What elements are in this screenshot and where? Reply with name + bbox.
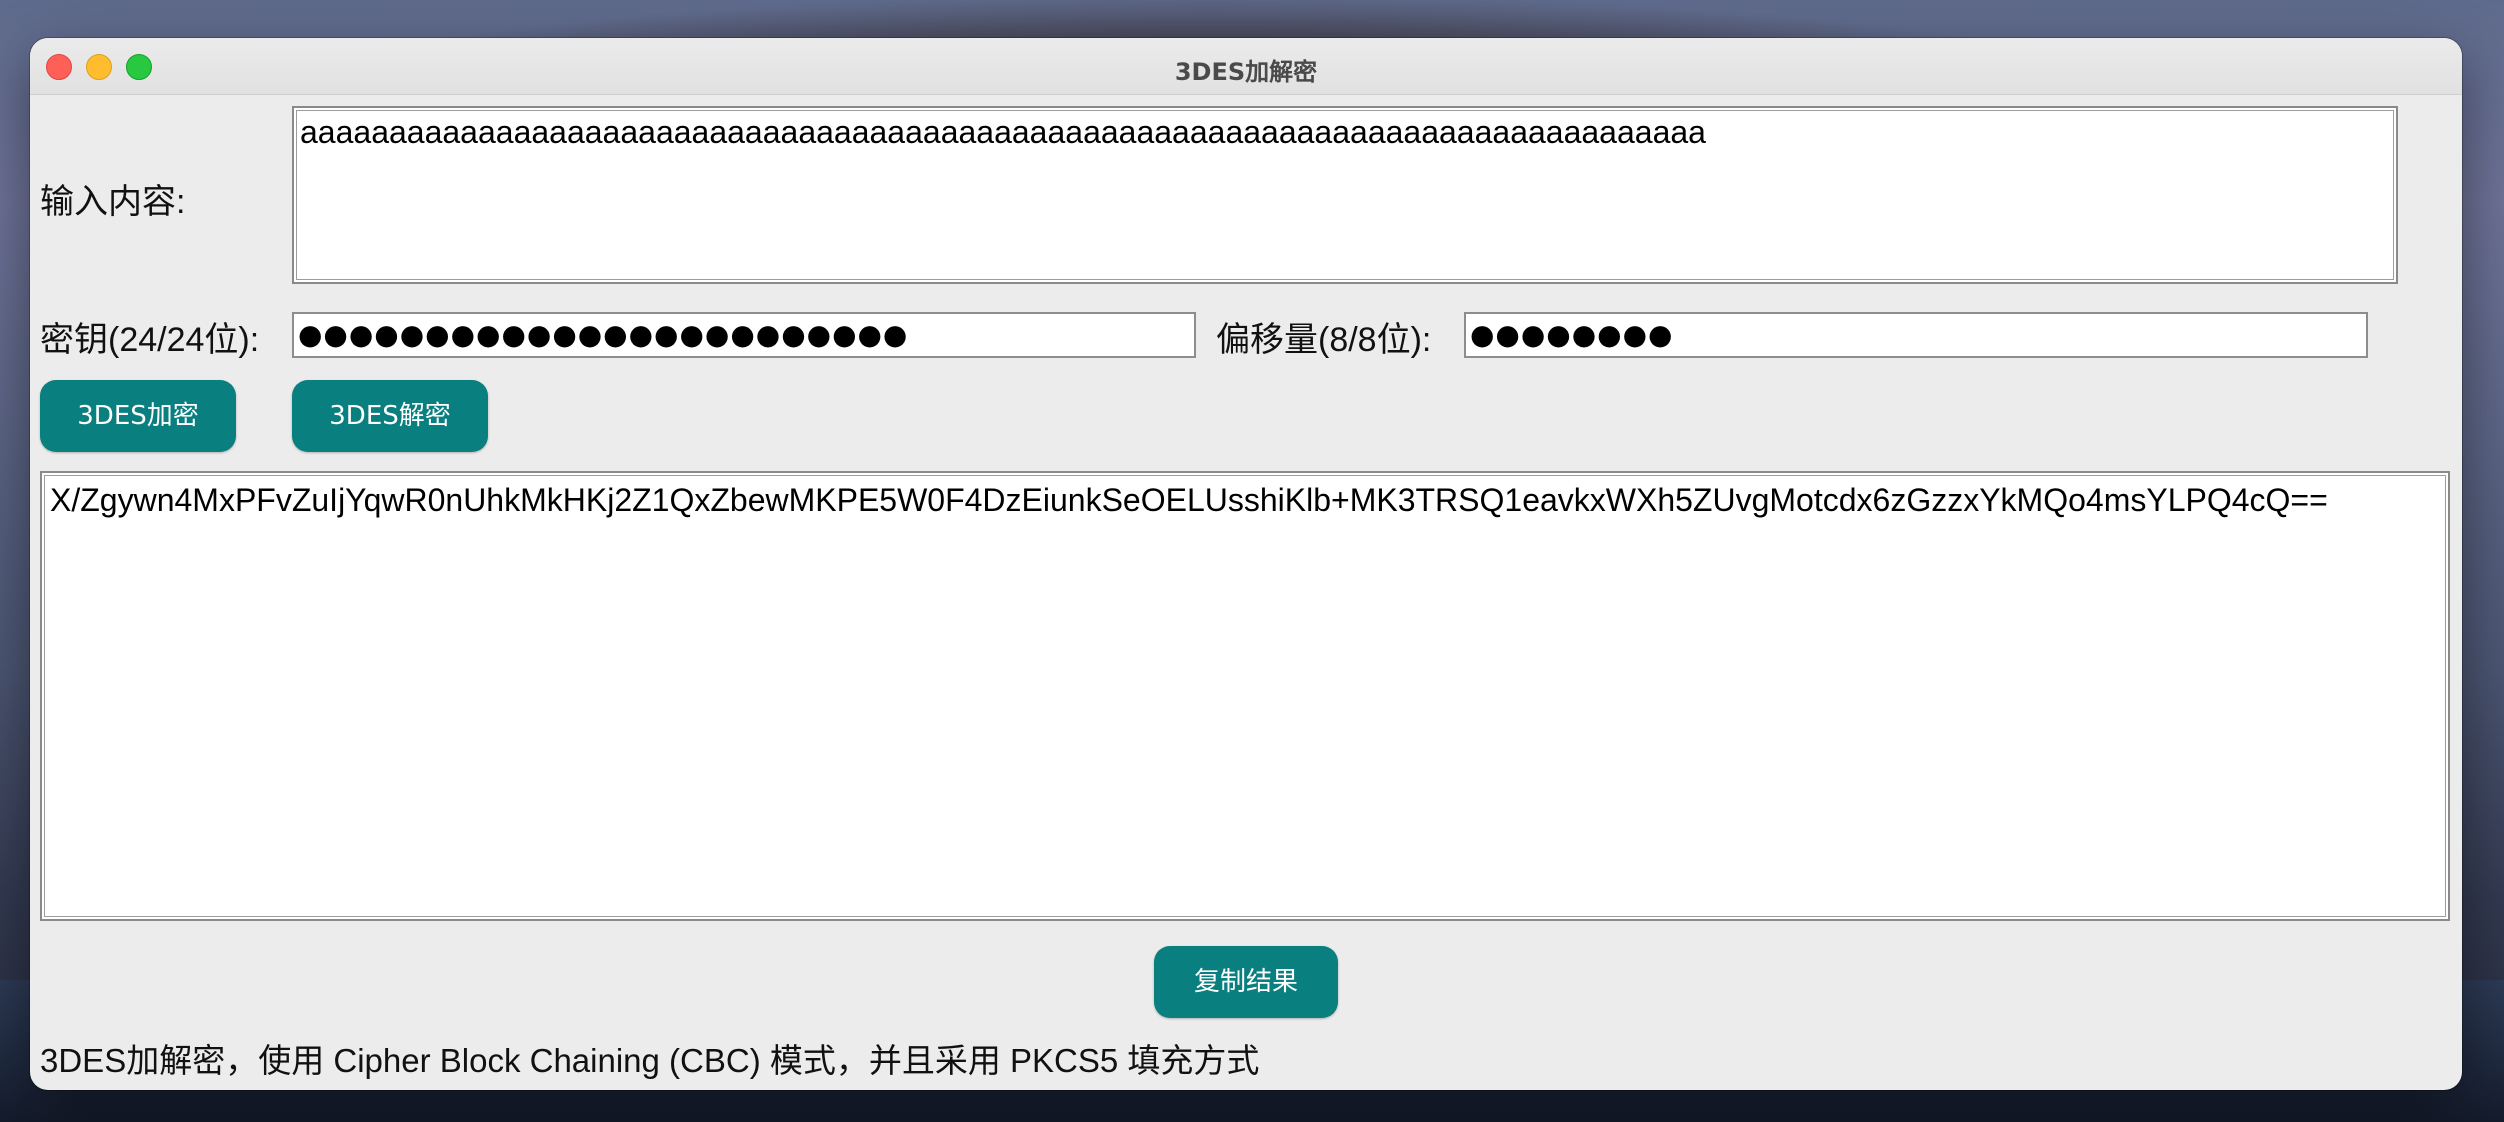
title-bar[interactable]: 3DES加解密 [30,38,2462,95]
copy-result-button[interactable]: 复制结果 [1154,946,1338,1018]
app-window: 3DES加解密 输入内容: aaaaaaaaaaaaaaaaaaaaaaaaaa… [30,38,2462,1090]
iv-password-field[interactable]: ●●●●●●●● [1464,312,2368,358]
input-textarea[interactable]: aaaaaaaaaaaaaaaaaaaaaaaaaaaaaaaaaaaaaaaa… [292,106,2398,284]
key-password-field[interactable]: ●●●●●●●●●●●●●●●●●●●●●●●● [292,312,1196,358]
decrypt-button[interactable]: 3DES解密 [292,380,488,452]
input-label: 输入内容: [40,183,186,221]
key-label: 密钥(24/24位): [40,321,260,359]
encrypt-button[interactable]: 3DES加密 [40,380,236,452]
output-textarea[interactable]: X/Zgywn4MxPFvZuIjYqwR0nUhkMkHKj2Z1QxZbew… [40,471,2450,921]
window-title: 3DES加解密 [1174,58,1318,86]
iv-label: 偏移量(8/8位): [1216,321,1432,359]
footer-note: 3DES加解密，使用 Cipher Block Chaining (CBC) 模… [40,1042,1260,1079]
